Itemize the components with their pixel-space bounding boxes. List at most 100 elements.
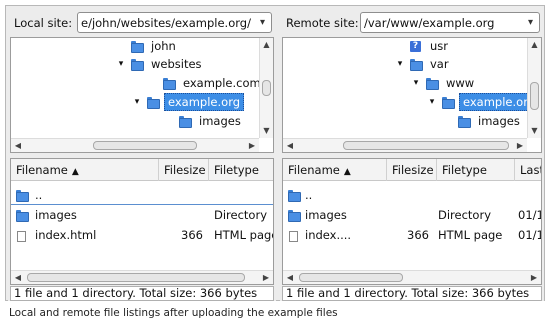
scroll-thumb[interactable] bbox=[93, 141, 197, 150]
scroll-thumb[interactable] bbox=[343, 141, 509, 150]
folder-icon bbox=[288, 189, 301, 203]
tree-item-label[interactable]: images bbox=[475, 113, 523, 129]
local-site-bar: Local site: e/john/websites/example.org/… bbox=[8, 9, 276, 35]
local-tree-vertical-scrollbar[interactable]: ▲ ▼ bbox=[259, 38, 273, 138]
list-row[interactable]: index.html 366 HTML page bbox=[11, 225, 273, 245]
file-last-modified: 01/1 bbox=[518, 208, 542, 222]
scroll-left-icon[interactable]: ◀ bbox=[284, 271, 296, 284]
remote-site-path[interactable]: /var/www/example.org bbox=[364, 16, 494, 30]
local-site-path[interactable]: e/john/websites/example.org/ bbox=[81, 16, 251, 30]
folder-icon bbox=[16, 189, 29, 203]
file-name[interactable]: .. bbox=[305, 185, 383, 205]
list-row[interactable]: .. bbox=[11, 185, 273, 205]
scroll-right-icon[interactable]: ▶ bbox=[514, 139, 526, 152]
local-list-horizontal-scrollbar[interactable]: ◀ ▶ bbox=[11, 270, 273, 284]
scroll-up-icon[interactable]: ▲ bbox=[528, 39, 541, 51]
scroll-down-icon[interactable]: ▼ bbox=[528, 125, 541, 137]
file-type: HTML page bbox=[214, 228, 274, 242]
list-row[interactable]: images Directory bbox=[11, 205, 273, 225]
sort-ascending-icon: ▲ bbox=[71, 167, 79, 177]
tree-item-label[interactable]: websites bbox=[148, 56, 205, 72]
local-site-combo[interactable]: e/john/websites/example.org/ ▾ bbox=[77, 12, 272, 33]
tree-item-label[interactable]: www bbox=[443, 75, 477, 91]
local-directory-tree[interactable]: john ▾ websites example.com ▾ example.or… bbox=[10, 37, 274, 153]
file-last-modified: 01/1 bbox=[518, 228, 542, 242]
tree-item-websites[interactable]: ▾ websites bbox=[115, 55, 205, 73]
folder-icon bbox=[147, 97, 160, 109]
file-name[interactable]: index.html bbox=[35, 225, 155, 245]
column-filesize[interactable]: Filesize bbox=[159, 159, 209, 181]
scroll-down-icon[interactable]: ▼ bbox=[260, 125, 273, 137]
tree-item-www[interactable]: ▾ www bbox=[410, 74, 477, 92]
tree-item-label[interactable]: usr bbox=[427, 38, 451, 54]
local-site-label: Local site: bbox=[14, 16, 73, 30]
tree-item-label-selected[interactable]: example.org bbox=[164, 93, 245, 111]
chevron-down-icon[interactable]: ▾ bbox=[426, 97, 438, 107]
column-filename[interactable]: Filename ▲ bbox=[11, 159, 159, 181]
scroll-right-icon[interactable]: ▶ bbox=[246, 139, 258, 152]
chevron-down-icon[interactable]: ▾ bbox=[410, 78, 422, 88]
list-row[interactable]: images Directory 01/1 bbox=[283, 205, 541, 225]
column-filetype[interactable]: Filetype bbox=[437, 159, 515, 181]
tree-item-images[interactable]: images bbox=[163, 112, 244, 130]
scroll-left-icon[interactable]: ◀ bbox=[12, 271, 24, 284]
local-file-list-pane: Filename ▲ Filesize Filetype .. images Di… bbox=[8, 158, 276, 301]
folder-icon bbox=[410, 59, 423, 71]
scroll-left-icon[interactable]: ◀ bbox=[284, 139, 296, 152]
remote-list-horizontal-scrollbar[interactable]: ◀ ▶ bbox=[283, 270, 541, 284]
folder-icon bbox=[179, 116, 192, 128]
file-type: Directory bbox=[438, 208, 492, 222]
tree-item-label[interactable]: john bbox=[148, 38, 179, 54]
tree-item-label[interactable]: var bbox=[427, 56, 452, 72]
chevron-down-icon[interactable]: ▾ bbox=[254, 13, 271, 32]
file-name[interactable]: .. bbox=[35, 185, 155, 205]
chevron-down-icon[interactable]: ▾ bbox=[115, 59, 127, 69]
column-label: Filesize bbox=[392, 163, 434, 177]
scroll-up-icon[interactable]: ▲ bbox=[260, 39, 273, 51]
column-filetype[interactable]: Filetype bbox=[209, 159, 273, 181]
tree-item-john[interactable]: john bbox=[115, 38, 179, 55]
scroll-right-icon[interactable]: ▶ bbox=[528, 271, 540, 284]
folder-icon bbox=[442, 97, 455, 109]
local-file-list[interactable]: Filename ▲ Filesize Filetype .. images Di… bbox=[10, 158, 274, 285]
chevron-down-icon[interactable]: ▾ bbox=[131, 97, 143, 107]
file-name[interactable]: index.... bbox=[305, 225, 383, 245]
list-row[interactable]: .. bbox=[283, 185, 541, 205]
tree-item-example-org[interactable]: ▾ example.org bbox=[426, 93, 540, 111]
local-tree-pane: Local site: e/john/websites/example.org/… bbox=[8, 9, 276, 155]
scroll-thumb[interactable] bbox=[262, 80, 271, 96]
folder-icon bbox=[288, 209, 301, 223]
tree-item-images[interactable]: images bbox=[442, 112, 523, 130]
scroll-thumb[interactable] bbox=[299, 273, 403, 282]
tree-item-example-org[interactable]: ▾ example.org bbox=[131, 93, 245, 111]
file-name[interactable]: images bbox=[35, 205, 155, 225]
chevron-down-icon[interactable]: ▾ bbox=[394, 59, 406, 69]
remote-directory-tree[interactable]: ? usr ▾ var ▾ www ▾ example.org images ▲… bbox=[282, 37, 542, 153]
remote-tree-vertical-scrollbar[interactable]: ▲ ▼ bbox=[527, 38, 541, 138]
local-tree-horizontal-scrollbar[interactable]: ◀ ▶ bbox=[11, 138, 259, 152]
remote-file-list[interactable]: Filename ▲ Filesize Filetype Last .. imag… bbox=[282, 158, 542, 285]
list-row[interactable]: index.... 366 HTML page 01/1 bbox=[283, 225, 541, 245]
tree-item-usr[interactable]: ? usr bbox=[394, 38, 451, 55]
column-filesize[interactable]: Filesize bbox=[387, 159, 437, 181]
scroll-right-icon[interactable]: ▶ bbox=[260, 271, 272, 284]
tree-item-var[interactable]: ▾ var bbox=[394, 55, 452, 73]
file-type: HTML page bbox=[438, 228, 503, 242]
column-label: Filetype bbox=[214, 163, 259, 177]
tree-item-label[interactable]: images bbox=[196, 113, 244, 129]
column-last-modified[interactable]: Last bbox=[515, 159, 541, 181]
scroll-thumb[interactable] bbox=[27, 273, 245, 282]
remote-tree-horizontal-scrollbar[interactable]: ◀ ▶ bbox=[283, 138, 527, 152]
local-list-header: Filename ▲ Filesize Filetype bbox=[11, 159, 273, 181]
column-filename[interactable]: Filename ▲ bbox=[283, 159, 387, 181]
scroll-left-icon[interactable]: ◀ bbox=[12, 139, 24, 152]
tree-item-label[interactable]: example.com bbox=[180, 75, 264, 91]
unknown-folder-icon: ? bbox=[410, 40, 421, 52]
remote-site-combo[interactable]: /var/www/example.org ▾ bbox=[360, 12, 540, 33]
column-label: Filename bbox=[288, 163, 340, 177]
tree-item-example-com[interactable]: example.com bbox=[147, 74, 264, 92]
local-status-bar: 1 file and 1 directory. Total size: 366 … bbox=[10, 286, 274, 301]
chevron-down-icon[interactable]: ▾ bbox=[522, 13, 539, 32]
scroll-thumb[interactable] bbox=[530, 82, 539, 110]
file-name[interactable]: images bbox=[305, 205, 383, 225]
